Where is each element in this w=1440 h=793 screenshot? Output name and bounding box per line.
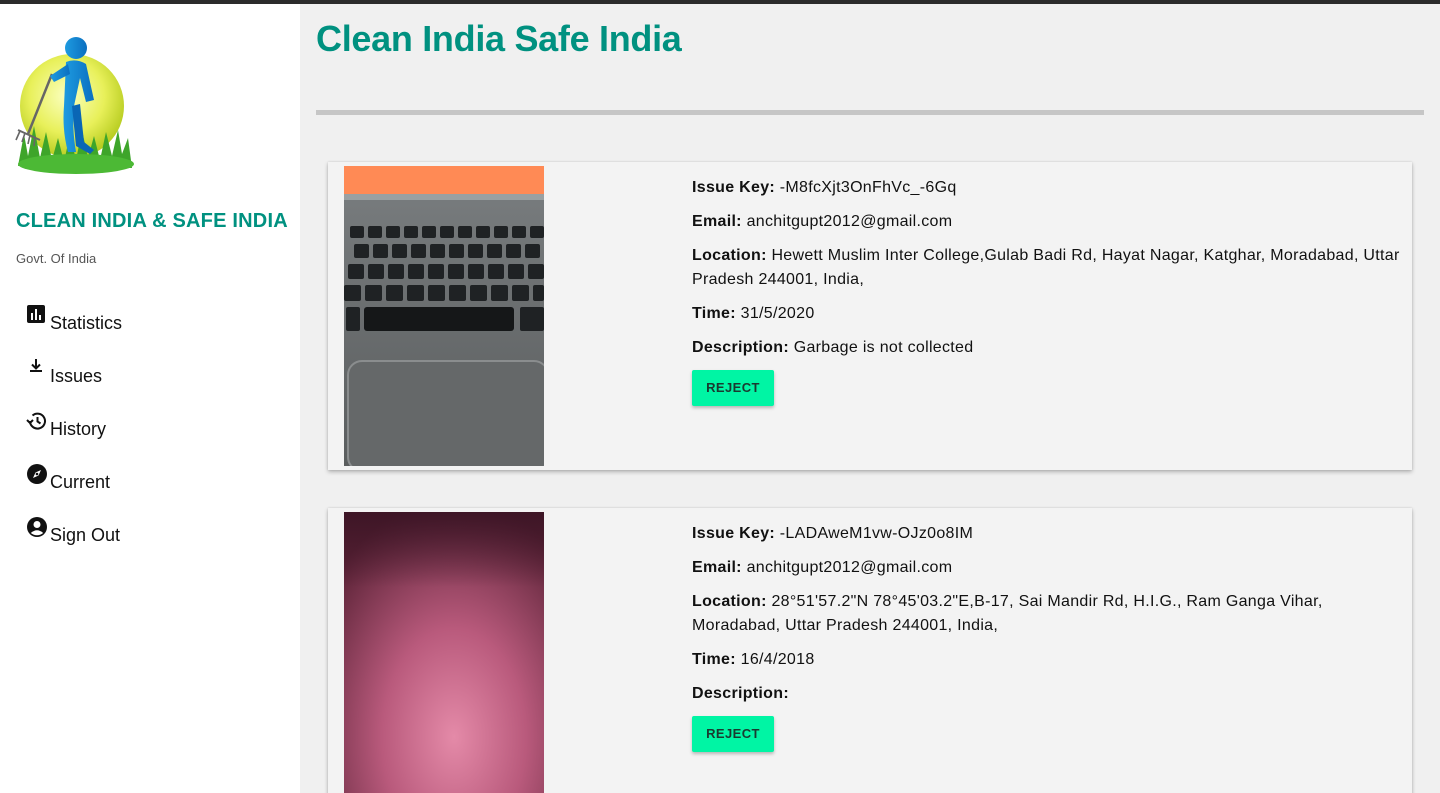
sidebar-item-statistics[interactable]: Statistics [26,304,122,334]
description-value: Garbage is not collected [793,339,974,356]
time-label: Time: [692,305,736,322]
location-row: Location: 28°51'57.2"N 78°45'03.2"E,B-17… [692,590,1402,638]
bar-chart-icon [26,304,48,326]
issue-photo [344,166,544,466]
email-value: anchitgupt2012@gmail.com [746,559,953,576]
sidebar-item-label: History [50,419,107,439]
sidebar-item-sign-out[interactable]: Sign Out [26,516,120,546]
issue-card: Issue Key: -LADAweM1vw-OJz0o8IM Email: a… [328,508,1412,793]
location-row: Location: Hewett Muslim Inter College,Gu… [692,244,1402,292]
description-row: Description: Garbage is not collected [692,336,1402,360]
email-row: Email: anchitgupt2012@gmail.com [692,556,1402,580]
issue-key-label: Issue Key: [692,179,776,196]
sidebar-item-label: Current [50,472,111,492]
description-label: Description: [692,339,789,356]
main-content: Clean India Safe India Issue Key: -M8fcX… [300,4,1440,793]
location-value: Hewett Muslim Inter College,Gulab Badi R… [692,247,1400,288]
time-row: Time: 16/4/2018 [692,648,1402,672]
email-value: anchitgupt2012@gmail.com [746,213,953,230]
issue-key-value: -M8fcXjt3OnFhVc_-6Gq [779,179,957,196]
time-value: 31/5/2020 [740,305,815,322]
reject-button[interactable]: REJECT [692,370,774,406]
sweeper-logo [14,34,136,176]
sidebar-item-label: Sign Out [50,525,121,545]
account-circle-icon [26,516,48,538]
issue-card: Issue Key: -M8fcXjt3OnFhVc_-6Gq Email: a… [328,162,1412,470]
description-label: Description: [692,685,789,702]
time-value: 16/4/2018 [740,651,815,668]
brand-subtitle: Govt. Of India [16,251,97,266]
compass-icon [26,463,48,485]
location-value: 28°51'57.2"N 78°45'03.2"E,B-17, Sai Mand… [692,593,1323,634]
sidebar-item-history[interactable]: History [26,410,106,440]
issue-key-row: Issue Key: -M8fcXjt3OnFhVc_-6Gq [692,176,1402,200]
reject-button[interactable]: REJECT [692,716,774,752]
email-label: Email: [692,213,742,230]
issue-details: Issue Key: -M8fcXjt3OnFhVc_-6Gq Email: a… [692,176,1402,406]
issue-photo [344,512,544,793]
email-row: Email: anchitgupt2012@gmail.com [692,210,1402,234]
page-title: Clean India Safe India [316,18,682,59]
location-label: Location: [692,593,767,610]
sidebar-item-current[interactable]: Current [26,463,110,493]
issue-key-value: -LADAweM1vw-OJz0o8IM [779,525,974,542]
time-label: Time: [692,651,736,668]
divider [316,110,1424,115]
issue-key-row: Issue Key: -LADAweM1vw-OJz0o8IM [692,522,1402,546]
location-label: Location: [692,247,767,264]
sidebar-item-issues[interactable]: Issues [26,357,102,387]
history-icon [26,410,48,432]
brand-title: CLEAN INDIA & SAFE INDIA [16,210,288,232]
description-row: Description: [692,682,1402,706]
issue-key-label: Issue Key: [692,525,776,542]
issue-details: Issue Key: -LADAweM1vw-OJz0o8IM Email: a… [692,522,1402,752]
download-icon [26,357,48,379]
time-row: Time: 31/5/2020 [692,302,1402,326]
email-label: Email: [692,559,742,576]
sidebar-item-label: Issues [50,366,103,386]
sidebar: CLEAN INDIA & SAFE INDIA Govt. Of India … [0,4,300,793]
sidebar-item-label: Statistics [50,313,123,333]
